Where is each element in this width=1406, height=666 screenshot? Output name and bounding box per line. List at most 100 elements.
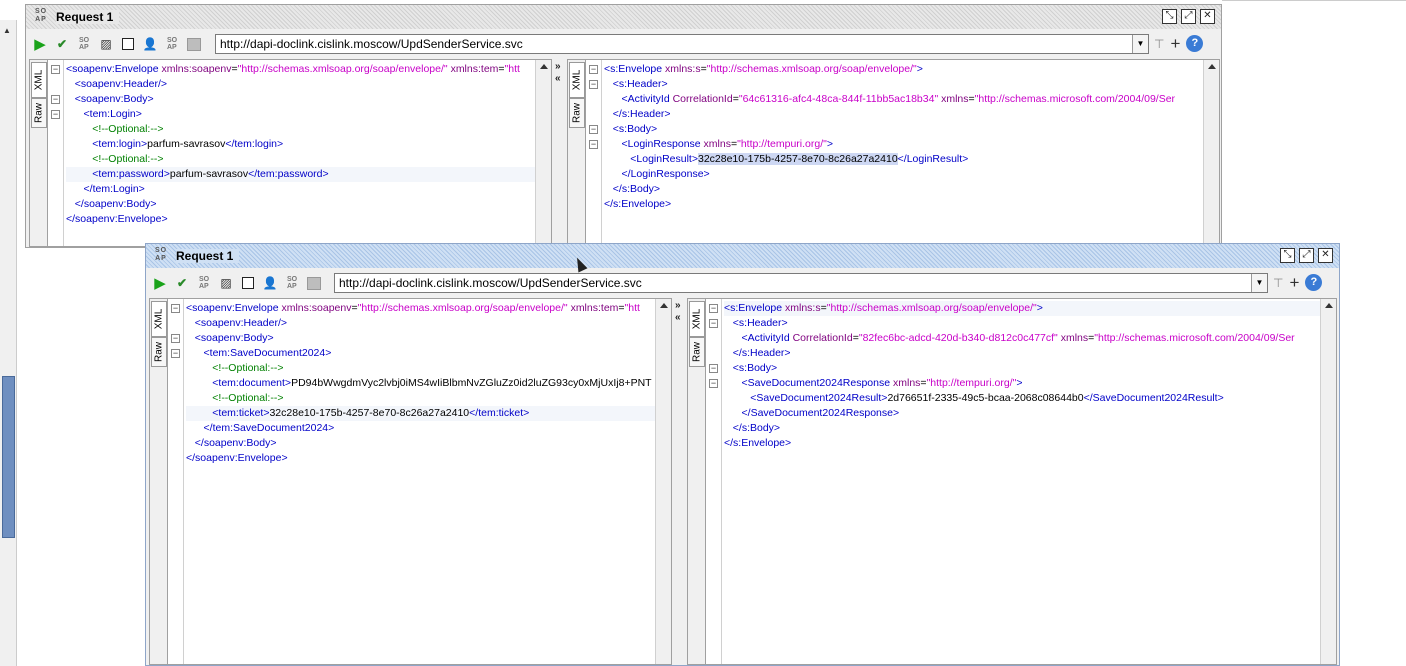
- vertical-scrollbar[interactable]: [535, 60, 551, 246]
- tab-xml[interactable]: XML: [31, 62, 47, 98]
- tab-xml[interactable]: XML: [569, 62, 585, 98]
- endpoint-url-input[interactable]: http://dapi-doclink.cislink.moscow/UpdSe…: [334, 273, 1268, 293]
- fold-toggle-icon[interactable]: −: [171, 334, 180, 343]
- play-icon[interactable]: ▶: [32, 36, 48, 53]
- code-line: </s:Body>: [604, 182, 1203, 197]
- response-editor-pane[interactable]: XML Raw − − − − <s:Envelope xmlns:s="htt…: [687, 298, 1337, 665]
- fold-toggle-icon[interactable]: −: [589, 65, 598, 74]
- stop-icon[interactable]: [122, 38, 134, 50]
- code-token: </SaveDocument2024Response>: [741, 407, 900, 419]
- vertical-scrollbar[interactable]: [1320, 299, 1336, 664]
- soap-grid-icon-2[interactable]: SO AP: [284, 275, 300, 291]
- tab-raw[interactable]: Raw: [31, 98, 47, 128]
- tab-raw[interactable]: Raw: [569, 98, 585, 128]
- fold-toggle-icon[interactable]: −: [171, 349, 180, 358]
- outer-scrollbar[interactable]: ▲: [0, 20, 17, 666]
- request-editor-pane[interactable]: XML Raw − − − <soapenv:Envelope xmlns:so…: [149, 298, 672, 665]
- fold-toggle-icon[interactable]: −: [51, 65, 60, 74]
- window-titlebar[interactable]: SO AP Request 1 ⤡ ⤢ ✕: [146, 244, 1339, 268]
- request-editor-pane[interactable]: XML Raw − − − <soapenv:Envelope xmlns:so…: [29, 59, 552, 247]
- help-icon[interactable]: ?: [1186, 35, 1204, 52]
- check-icon[interactable]: ✔: [174, 275, 190, 291]
- fold-toggle-icon[interactable]: −: [709, 319, 718, 328]
- code-token: <SaveDocument2024Result>: [750, 392, 888, 404]
- user-icon[interactable]: 👤: [142, 36, 158, 52]
- code-token: parfum-savrasov: [147, 138, 226, 150]
- minimize-icon[interactable]: ⤡: [1280, 248, 1295, 263]
- map-icon[interactable]: ▨: [98, 36, 114, 52]
- minimize-icon[interactable]: ⤡: [1162, 9, 1177, 24]
- request-window-2: SO AP Request 1 ⤡ ⤢ ✕ ▶ ✔ SO AP ▨ 👤 SO AP h…: [145, 243, 1340, 666]
- chevron-right-icon[interactable]: »: [675, 300, 681, 311]
- fold-toggle-icon[interactable]: −: [709, 304, 718, 313]
- fold-toggle-icon[interactable]: −: [709, 379, 718, 388]
- xml-code[interactable]: <soapenv:Envelope xmlns:soapenv="http://…: [186, 301, 655, 664]
- fold-toggle-icon[interactable]: −: [171, 304, 180, 313]
- fold-toggle-icon[interactable]: −: [51, 110, 60, 119]
- filter-icon[interactable]: ⊤: [1154, 37, 1164, 51]
- chevron-left-icon[interactable]: «: [555, 73, 561, 84]
- fold-toggle-icon[interactable]: −: [589, 140, 598, 149]
- user-icon[interactable]: 👤: [262, 275, 278, 291]
- tab-xml[interactable]: XML: [151, 301, 167, 337]
- tab-raw[interactable]: Raw: [151, 337, 167, 367]
- xml-code[interactable]: <s:Envelope xmlns:s="http://schemas.xmls…: [604, 62, 1203, 246]
- tab-raw[interactable]: Raw: [689, 337, 705, 367]
- chevron-down-icon[interactable]: ▼: [1132, 35, 1148, 53]
- play-icon[interactable]: ▶: [152, 275, 168, 292]
- scroll-up-arrow-icon[interactable]: [540, 64, 548, 69]
- fold-toggle-icon[interactable]: −: [589, 80, 598, 89]
- chevron-down-icon[interactable]: ▼: [1251, 274, 1267, 292]
- plus-icon[interactable]: +: [1170, 35, 1180, 52]
- filter-icon[interactable]: ⊤: [1273, 276, 1283, 290]
- endpoint-url-input[interactable]: http://dapi-doclink.cislink.moscow/UpdSe…: [215, 34, 1149, 54]
- code-token: </s:Header>: [612, 108, 671, 120]
- scroll-up-arrow-icon[interactable]: [1325, 303, 1333, 308]
- scroll-up-arrow-icon[interactable]: [1208, 64, 1216, 69]
- soap-grid-icon-2[interactable]: SO AP: [164, 36, 180, 52]
- xml-code[interactable]: <s:Envelope xmlns:s="http://schemas.xmls…: [724, 301, 1320, 664]
- response-editor-pane[interactable]: XML Raw − − − − <s:Envelope xmlns:s="htt…: [567, 59, 1220, 247]
- maximize-icon[interactable]: ⤢: [1181, 9, 1196, 24]
- pane-splitter[interactable]: » «: [674, 298, 686, 665]
- maximize-icon[interactable]: ⤢: [1299, 248, 1314, 263]
- fold-toggle-icon[interactable]: −: [709, 364, 718, 373]
- code-line: </s:Header>: [724, 346, 1320, 361]
- code-token: <!--Optional:-->: [212, 392, 284, 404]
- fold-toggle-icon[interactable]: −: [51, 95, 60, 104]
- tab-xml[interactable]: XML: [689, 301, 705, 337]
- fold-toggle-icon[interactable]: −: [589, 125, 598, 134]
- help-icon[interactable]: ?: [1305, 274, 1323, 291]
- chevron-right-icon[interactable]: »: [555, 61, 561, 72]
- check-icon[interactable]: ✔: [54, 36, 70, 52]
- scroll-thumb[interactable]: [2, 376, 15, 538]
- close-icon[interactable]: ✕: [1200, 9, 1215, 24]
- vertical-scrollbar[interactable]: [655, 299, 671, 664]
- code-token: <s:Envelope: [724, 302, 786, 314]
- soap-grid-icon[interactable]: SO AP: [76, 36, 92, 52]
- chevron-left-icon[interactable]: «: [675, 312, 681, 323]
- pane-splitter[interactable]: » «: [554, 59, 566, 247]
- code-line: <s:Envelope xmlns:s="http://schemas.xmls…: [724, 301, 1320, 316]
- plus-icon[interactable]: +: [1289, 274, 1299, 291]
- close-icon[interactable]: ✕: [1318, 248, 1333, 263]
- scroll-up-arrow-icon[interactable]: ▲: [3, 26, 11, 35]
- code-token: </s:Header>: [732, 347, 791, 359]
- code-token: PD94bWwgdmVyc2lvbj0iMS4wIiBlbmNvZGluZz0i…: [291, 377, 652, 389]
- map-icon[interactable]: ▨: [218, 275, 234, 291]
- code-line: </tem:SaveDocument2024>: [186, 421, 655, 436]
- code-token: <tem:password>: [92, 168, 170, 180]
- stop-icon[interactable]: [242, 277, 254, 289]
- window-titlebar[interactable]: SO AP Request 1 ⤡ ⤢ ✕: [26, 5, 1221, 29]
- scroll-up-arrow-icon[interactable]: [660, 303, 668, 308]
- vertical-scrollbar[interactable]: [1203, 60, 1219, 246]
- code-token: </s:Body>: [612, 183, 661, 195]
- xml-code[interactable]: <soapenv:Envelope xmlns:soapenv="http://…: [66, 62, 535, 246]
- soap-grid-icon[interactable]: SO AP: [196, 275, 212, 291]
